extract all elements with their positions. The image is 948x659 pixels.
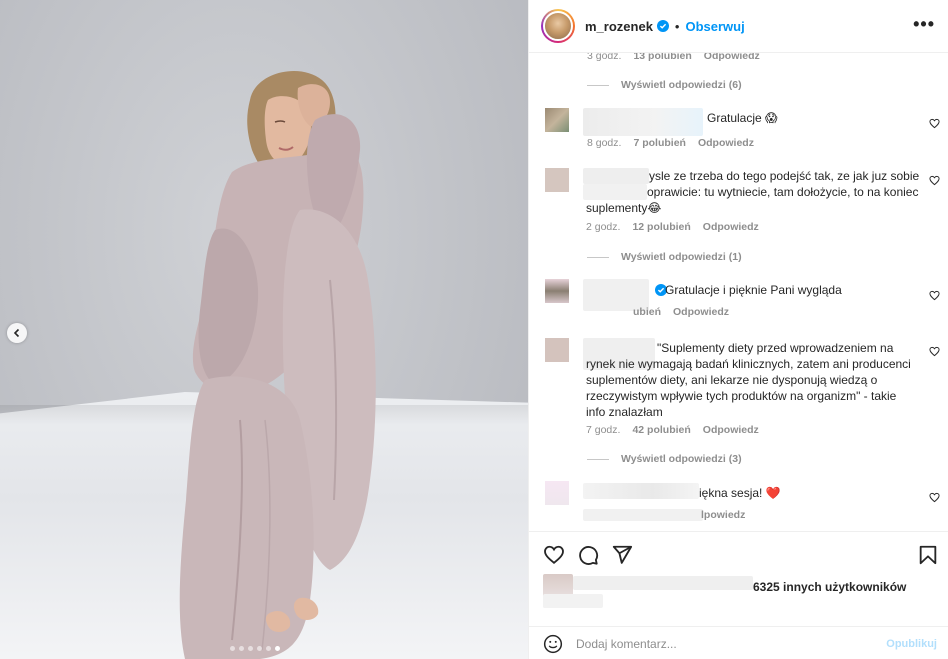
comment-text-line: "Suplementy diety przed wprowadzeniem na	[657, 341, 894, 355]
reply-button[interactable]: Odpowiedz	[703, 221, 759, 233]
author-username[interactable]: m_rozenek	[585, 19, 653, 34]
author-avatar[interactable]	[541, 9, 575, 43]
view-replies-button[interactable]: Wyświetl odpowiedzi (1)	[587, 251, 742, 263]
share-icon[interactable]	[611, 544, 633, 566]
comment-time: 3 godz.	[587, 53, 622, 62]
comment-input[interactable]	[576, 635, 876, 653]
carousel-dot	[266, 646, 271, 651]
comment-composer: Opublikuj	[529, 626, 948, 659]
chevron-left-icon	[13, 328, 20, 338]
view-replies-button[interactable]: Wyświetl odpowiedzi (3)	[587, 453, 742, 465]
carousel-dot	[248, 646, 253, 651]
blurred-username	[583, 184, 647, 200]
view-replies-label: Wyświetl odpowiedzi (1)	[621, 251, 742, 263]
comment-text-line: rynek nie wymagają badań klinicznych, za…	[586, 357, 911, 371]
commenter-avatar[interactable]	[545, 338, 569, 362]
commenter-avatar[interactable]	[545, 481, 569, 505]
reply-button[interactable]: Odpowiedz	[704, 53, 760, 62]
heart-icon[interactable]	[929, 290, 940, 301]
photo-model-figure	[179, 70, 376, 659]
reply-button[interactable]: Odpowiedz	[698, 137, 754, 149]
verified-icon	[656, 20, 669, 32]
blurred-liker-name	[573, 576, 753, 590]
comment-meta: 7 godz. 42 polubień Odpowiedz	[586, 424, 771, 436]
blurred-meta	[583, 509, 703, 521]
commenter-avatar[interactable]	[545, 108, 569, 132]
carousel-prev-button[interactable]	[7, 323, 27, 343]
comment-text-line: suplementów diety, ani lekarze nie dyspo…	[586, 373, 878, 387]
carousel-dot	[239, 646, 244, 651]
comment-text-line: info znalazłam	[586, 405, 663, 419]
comment-text-line: rzeczywistym wpływie tych produktów na o…	[586, 389, 897, 403]
view-replies-label: Wyświetl odpowiedzi (6)	[621, 79, 742, 91]
likes-count-text[interactable]: 6325 innych użytkowników	[753, 580, 906, 594]
reply-button[interactable]: Odpowiedz	[673, 306, 729, 318]
comment-time: 8 godz.	[587, 137, 622, 149]
blurred-username	[583, 108, 703, 136]
blurred-username	[583, 168, 649, 184]
blurred-username	[583, 483, 699, 499]
carousel-dot-active	[275, 646, 280, 651]
comment-likes[interactable]: 12 polubień	[632, 221, 690, 233]
heart-icon[interactable]	[543, 544, 565, 566]
header-separator: •	[674, 18, 680, 34]
publish-button[interactable]: Opublikuj	[886, 638, 937, 650]
comment-meta: 8 godz. 7 polubień Odpowiedz	[587, 137, 766, 149]
comment-time: 7 godz.	[586, 424, 621, 436]
comment-meta: lpowiedz	[701, 509, 757, 521]
heart-icon[interactable]	[929, 346, 940, 357]
comments-list[interactable]: 3 godz. 13 polubień Odpowiedz Wyświetl odp…	[529, 53, 948, 531]
post-actions-bar	[529, 531, 948, 575]
reply-button[interactable]: Odpowiedz	[703, 424, 759, 436]
comment-likes[interactable]: ubień	[633, 306, 661, 318]
comment-meta: ubień Odpowiedz	[633, 306, 741, 318]
post-photo[interactable]	[0, 0, 528, 659]
carousel-dot	[230, 646, 235, 651]
comment-likes[interactable]: 7 polubień	[633, 137, 686, 149]
comment-icon[interactable]	[577, 544, 599, 566]
author-avatar-image	[543, 11, 573, 41]
comment-text: Gratulacje 😱	[707, 111, 778, 125]
blurred-liker-name	[543, 594, 603, 608]
carousel-dots	[230, 646, 280, 651]
commenter-avatar[interactable]	[545, 279, 569, 303]
comment-text-line: oprawicie: tu wytniecie, tam dołożycie, …	[647, 185, 919, 199]
comment-likes[interactable]: 42 polubień	[632, 424, 690, 436]
commenter-avatar[interactable]	[545, 168, 569, 192]
comment-text-line: ysle ze trzeba do tego podejść tak, ze j…	[649, 169, 920, 183]
more-options-button[interactable]: •••	[913, 15, 935, 33]
comment-meta: 3 godz. 13 polubień Odpowiedz	[587, 53, 772, 62]
comment-meta: 2 godz. 12 polubień Odpowiedz	[586, 221, 771, 233]
comment-time: 2 godz.	[586, 221, 621, 233]
heart-icon[interactable]	[929, 175, 940, 186]
emoji-icon[interactable]	[543, 634, 563, 654]
follow-button[interactable]: Obserwuj	[685, 19, 744, 34]
comment-text: iękna sesja! ❤️	[699, 486, 781, 500]
comment-text-line: suplementy😂	[586, 201, 662, 215]
post-header: m_rozenek • Obserwuj •••	[529, 0, 948, 53]
heart-icon[interactable]	[929, 492, 940, 503]
comment-likes[interactable]: 13 polubień	[633, 53, 691, 62]
view-replies-label: Wyświetl odpowiedzi (3)	[621, 453, 742, 465]
likes-summary[interactable]: 6325 innych użytkowników	[529, 570, 948, 612]
view-replies-button[interactable]: Wyświetl odpowiedzi (6)	[587, 79, 742, 91]
heart-icon[interactable]	[929, 118, 940, 129]
bookmark-icon[interactable]	[917, 544, 939, 566]
comment-text: Gratulacje i pięknie Pani wygląda	[665, 283, 842, 297]
post-sidebar: m_rozenek • Obserwuj ••• 3 godz. 13 polub…	[528, 0, 948, 659]
carousel-dot	[257, 646, 262, 651]
reply-button[interactable]: lpowiedz	[701, 509, 745, 521]
